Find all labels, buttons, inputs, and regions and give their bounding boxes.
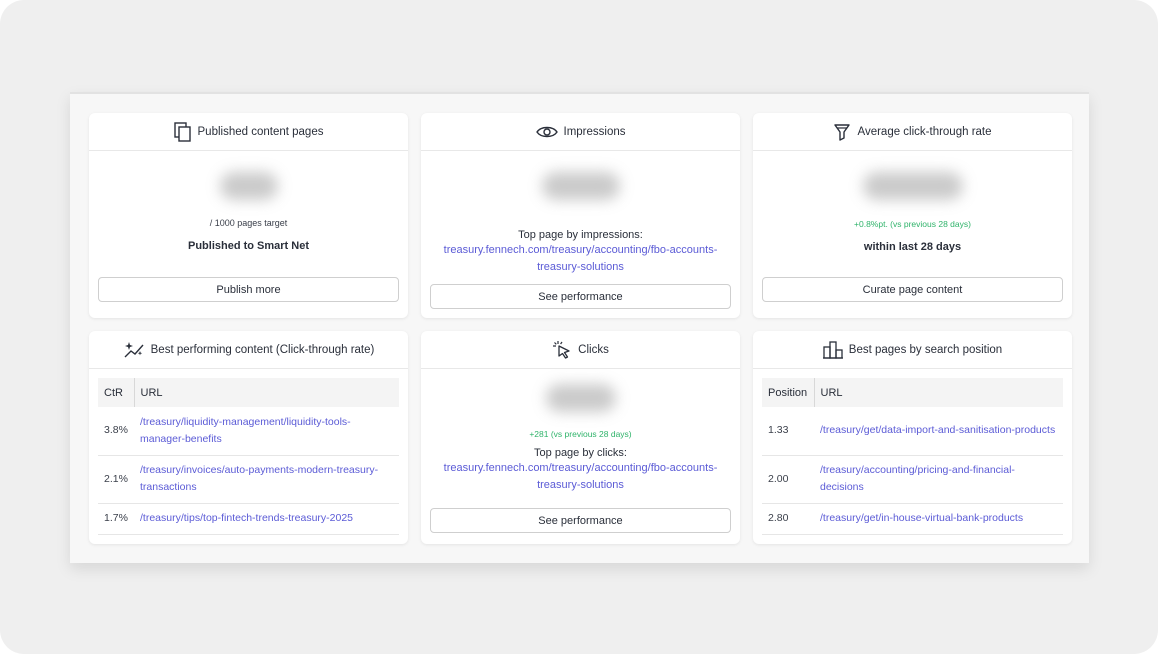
eye-icon [535, 125, 558, 139]
card-title: Impressions [563, 125, 626, 138]
page-link[interactable]: /treasury/get/data-import-and-sanitisati… [814, 407, 1063, 456]
card-title: Published content pages [197, 125, 324, 138]
card-title: Average click-through rate [857, 125, 992, 138]
position-value: 2.00 [762, 455, 814, 504]
ctr-value: 3.8% [98, 407, 134, 456]
blurred-metric [421, 369, 740, 427]
page-link[interactable]: /treasury/accounting/pricing-and-financi… [814, 455, 1063, 504]
funnel-icon [833, 123, 851, 141]
page-link[interactable]: /treasury/liquidity-management/liquidity… [134, 407, 399, 456]
best-position-table: Position URL 1.33 /treasury/get/data-imp… [762, 378, 1063, 535]
card-header: Best performing content (Click-through r… [89, 331, 408, 369]
card-title: Clicks [578, 343, 609, 356]
ctr-subtitle: within last 28 days [863, 241, 962, 253]
card-title: Best pages by search position [848, 343, 1003, 356]
page-link[interactable]: /treasury/invoices/auto-payments-modern-… [134, 455, 399, 504]
column-header: CtR [98, 378, 134, 407]
published-subtitle: Published to Smart Net [187, 240, 310, 252]
ctr-value: 2.1% [98, 455, 134, 504]
curate-content-button[interactable]: Curate page content [762, 277, 1063, 302]
top-page-label: Top page by clicks: [534, 447, 627, 459]
column-header: Position [762, 378, 814, 407]
table-row: 2.80 /treasury/get/in-house-virtual-bank… [762, 503, 1063, 535]
best-position-card: Best pages by search position Position U… [753, 331, 1072, 544]
table-row: 2.00 /treasury/accounting/pricing-and-fi… [762, 455, 1063, 504]
table-row: 1.33 /treasury/get/data-import-and-sanit… [762, 407, 1063, 456]
ctr-value: 1.7% [98, 503, 134, 535]
best-content-card: Best performing content (Click-through r… [89, 331, 408, 544]
clicks-change: +281 (vs previous 28 days) [529, 429, 632, 439]
card-header: Published content pages [89, 113, 408, 151]
pages-target: / 1000 pages target [209, 218, 288, 228]
best-content-table: CtR URL 3.8% /treasury/liquidity-managem… [98, 378, 399, 535]
published-pages-card: Published content pages / 1000 pages tar… [89, 113, 408, 318]
cursor-click-icon [552, 340, 572, 360]
copy-pages-icon [173, 121, 192, 142]
column-header: URL [813, 378, 1063, 407]
see-performance-button[interactable]: See performance [430, 284, 731, 309]
table-row: 2.1% /treasury/invoices/auto-payments-mo… [98, 455, 399, 504]
position-value: 1.33 [762, 407, 814, 456]
blurred-metric [421, 151, 740, 221]
dashboard-panel: Published content pages / 1000 pages tar… [70, 92, 1089, 563]
column-header: URL [133, 378, 399, 407]
position-value: 2.80 [762, 503, 814, 535]
sparkle-chart-icon [123, 341, 145, 359]
clicks-card: Clicks +281 (vs previous 28 days) Top pa… [421, 331, 740, 544]
top-page-link[interactable]: treasury.fennech.com/treasury/accounting… [421, 242, 740, 276]
top-page-label: Top page by impressions: [518, 229, 643, 241]
buildings-icon [822, 340, 843, 359]
blurred-metric [89, 151, 408, 221]
average-ctr-card: Average click-through rate +0.8%pt. (vs … [753, 113, 1072, 318]
table-row: 3.8% /treasury/liquidity-management/liqu… [98, 407, 399, 456]
card-header: Best pages by search position [753, 331, 1072, 369]
card-header: Impressions [421, 113, 740, 151]
blurred-metric [753, 151, 1072, 221]
impressions-card: Impressions Top page by impressions: tre… [421, 113, 740, 318]
publish-more-button[interactable]: Publish more [98, 277, 399, 302]
screenshot-frame: Published content pages / 1000 pages tar… [0, 0, 1158, 654]
card-header: Average click-through rate [753, 113, 1072, 151]
card-title: Best performing content (Click-through r… [150, 343, 375, 356]
page-link[interactable]: /treasury/tips/top-fintech-trends-treasu… [134, 503, 399, 535]
card-header: Clicks [421, 331, 740, 369]
table-row: 1.7% /treasury/tips/top-fintech-trends-t… [98, 503, 399, 535]
page-link[interactable]: /treasury/get/in-house-virtual-bank-prod… [814, 503, 1063, 535]
see-performance-button[interactable]: See performance [430, 508, 731, 533]
top-page-link[interactable]: treasury.fennech.com/treasury/accounting… [421, 460, 740, 494]
ctr-change: +0.8%pt. (vs previous 28 days) [854, 219, 971, 229]
